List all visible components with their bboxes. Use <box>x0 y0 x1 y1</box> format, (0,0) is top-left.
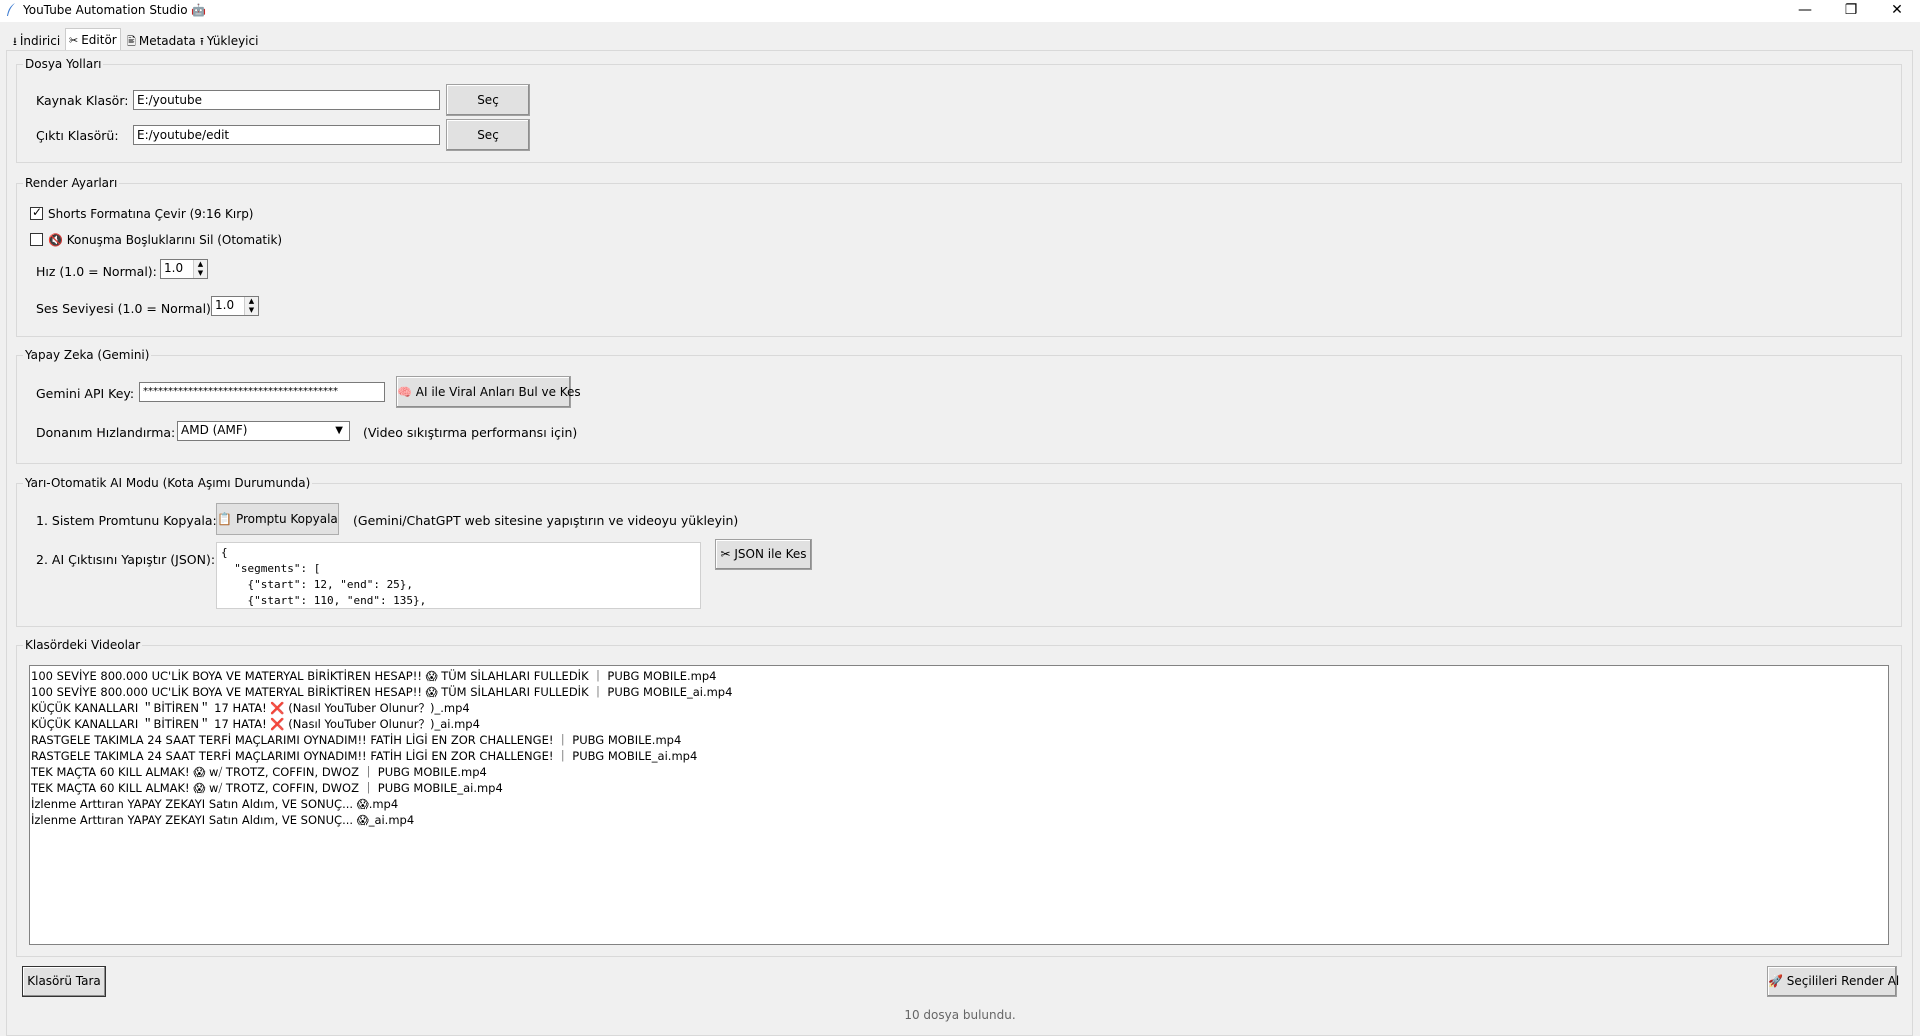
api-key-input[interactable]: *************************************** <box>139 382 385 402</box>
speed-value: 1.0 <box>164 261 184 275</box>
status-text: 10 dosya bulundu. <box>904 1008 1016 1022</box>
title-bar: YouTube Automation Studio 🤖 — ❐ ✕ <box>0 0 1920 22</box>
speed-label: Hız (1.0 = Normal): <box>36 264 157 279</box>
spin-down-icon[interactable]: ▼ <box>245 306 258 315</box>
list-item[interactable]: İzlenme Arttıran YAPAY ZEKAYI Satın Aldı… <box>30 796 1888 812</box>
tab-editor[interactable]: ✂ Editör <box>65 28 121 51</box>
volume-spinbox[interactable]: 1.0 ▲ ▼ <box>211 296 259 316</box>
copy-prompt-label: 1. Sistem Promtunu Kopyala: <box>36 513 217 528</box>
group-title: Yarı-Otomatik AI Modu (Kota Aşımı Durumu… <box>23 476 313 490</box>
list-item[interactable]: KÜÇÜK KANALLARI ＂BİTİREN＂ 17 HATA! ❌ (Na… <box>30 716 1888 732</box>
upload-icon: ⭱ <box>200 35 204 48</box>
scan-folder-button[interactable]: Klasörü Tara <box>22 966 106 997</box>
volume-label: Ses Seviyesi (1.0 = Normal): <box>36 301 216 316</box>
source-folder-label: Kaynak Klasör: <box>36 93 129 108</box>
feather-icon <box>6 3 16 17</box>
list-item[interactable]: TEK MAÇTA 60 KILL ALMAK! 😱 w⧸ TROTZ, COF… <box>30 764 1888 780</box>
ai-viral-button[interactable]: 🧠 AI ile Viral Anları Bul ve Kes <box>396 376 581 408</box>
shorts-label: Shorts Formatına Çevir (9:16 Kırp) <box>48 207 254 221</box>
window-title: YouTube Automation Studio 🤖 <box>23 3 207 17</box>
render-group: Render Ayarları <box>16 176 1902 337</box>
hw-accel-value: AMD (AMF) <box>181 423 248 437</box>
group-title: Render Ayarları <box>23 176 120 190</box>
hw-accel-note: (Video sıkıştırma performansı için) <box>363 425 578 440</box>
output-folder-label: Çıktı Klasörü: <box>36 128 119 143</box>
tab-metadata[interactable]: 🖹 Metadata <box>124 32 199 50</box>
spin-up-icon[interactable]: ▲ <box>194 260 207 269</box>
download-icon: ⭳ <box>13 35 17 48</box>
render-selected-button[interactable]: 🚀 Seçilileri Render Al <box>1767 966 1899 997</box>
list-item[interactable]: KÜÇÜK KANALLARI ＂BİTİREN＂ 17 HATA! ❌ (Na… <box>30 700 1888 716</box>
tab-downloader[interactable]: ⭳ İndirici <box>10 32 63 50</box>
list-item[interactable]: RASTGELE TAKIMLA 24 SAAT TERFİ MAÇLARIMI… <box>30 748 1888 764</box>
shorts-checkbox[interactable]: ✓ <box>30 205 43 220</box>
copy-prompt-note: (Gemini/ChatGPT web sitesine yapıştırın … <box>353 513 739 528</box>
tab-label: Metadata <box>138 34 196 48</box>
api-key-label: Gemini API Key: <box>36 386 135 401</box>
json-cut-button[interactable]: ✂ JSON ile Kes <box>715 539 812 570</box>
tab-label: İndirici <box>19 34 61 48</box>
group-title: Yapay Zeka (Gemini) <box>23 348 152 362</box>
browse-output-button[interactable]: Seç <box>446 119 530 151</box>
copy-prompt-button[interactable]: 📋 Promptu Kopyala <box>216 503 339 535</box>
paste-json-label: 2. AI Çıktısını Yapıştır (JSON): <box>36 552 216 567</box>
list-item[interactable]: 100 SEVİYE 800.000 UC'LİK BOYA VE MATERY… <box>30 684 1888 700</box>
tab-uploader[interactable]: ⭱ Yükleyici <box>197 32 261 50</box>
hw-accel-select[interactable]: AMD (AMF) ▼ <box>177 421 350 441</box>
json-textarea[interactable]: { "segments": [ {"start": 12, "end": 25}… <box>216 542 701 609</box>
minimize-button[interactable]: — <box>1782 0 1828 22</box>
list-item[interactable]: 100 SEVİYE 800.000 UC'LİK BOYA VE MATERY… <box>30 668 1888 684</box>
hw-accel-label: Donanım Hızlandırma: <box>36 425 176 440</box>
group-title: Dosya Yolları <box>23 57 104 71</box>
tab-label: Editör <box>81 33 117 47</box>
paths-group: Dosya Yolları <box>16 57 1902 163</box>
source-folder-input[interactable]: E:/youtube <box>133 90 440 110</box>
spin-down-icon[interactable]: ▼ <box>194 269 207 278</box>
spin-arrows[interactable]: ▲ ▼ <box>244 297 258 315</box>
ai-group: Yapay Zeka (Gemini) <box>16 348 1902 464</box>
document-icon: 🖹 <box>127 35 136 48</box>
spin-up-icon[interactable]: ▲ <box>245 297 258 306</box>
volume-value: 1.0 <box>215 298 235 312</box>
check-icon: ✓ <box>32 205 43 219</box>
scissors-icon: ✂ <box>69 34 79 47</box>
close-button[interactable]: ✕ <box>1874 0 1920 22</box>
silence-label: 🔇 Konuşma Boşluklarını Sil (Otomatik) <box>48 233 283 247</box>
spin-arrows[interactable]: ▲ ▼ <box>193 260 207 278</box>
browse-source-button[interactable]: Seç <box>446 84 530 116</box>
group-title: Klasördeki Videolar <box>23 638 143 652</box>
maximize-button[interactable]: ❐ <box>1828 0 1874 22</box>
output-folder-input[interactable]: E:/youtube/edit <box>133 125 440 145</box>
silence-checkbox[interactable] <box>30 233 43 246</box>
list-item[interactable]: TEK MAÇTA 60 KILL ALMAK! 😱 w⧸ TROTZ, COF… <box>30 780 1888 796</box>
list-item[interactable]: RASTGELE TAKIMLA 24 SAAT TERFİ MAÇLARIMI… <box>30 732 1888 748</box>
tab-label: Yükleyici <box>206 34 259 48</box>
list-item[interactable]: İzlenme Arttıran YAPAY ZEKAYI Satın Aldı… <box>30 812 1888 828</box>
chevron-down-icon[interactable]: ▼ <box>335 425 343 436</box>
video-listbox[interactable]: 100 SEVİYE 800.000 UC'LİK BOYA VE MATERY… <box>29 665 1889 945</box>
speed-spinbox[interactable]: 1.0 ▲ ▼ <box>160 259 208 279</box>
